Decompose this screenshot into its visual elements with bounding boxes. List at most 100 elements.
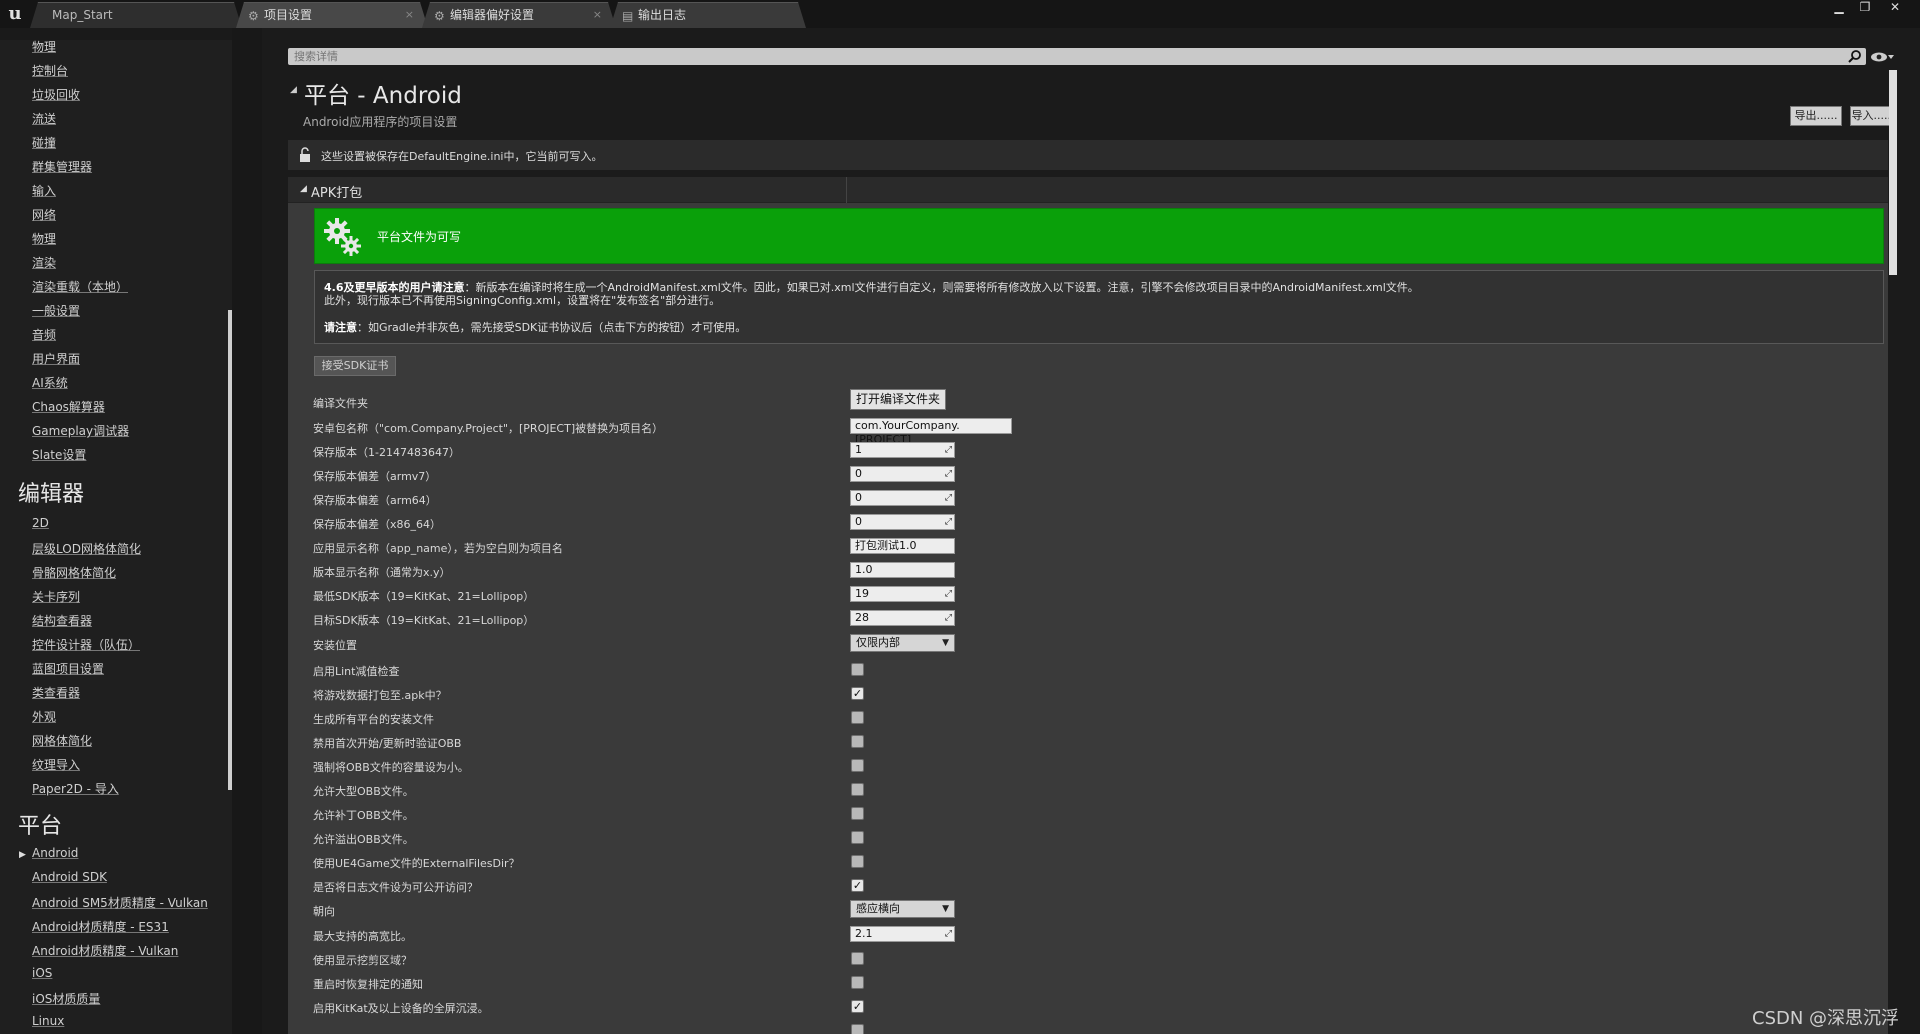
section-header-apk-packaging[interactable]: ◢ APK打包 (288, 177, 1888, 203)
tab-label: Map_Start (52, 8, 113, 22)
search-icon[interactable] (1848, 49, 1862, 63)
checkbox-checked[interactable]: ✓ (851, 687, 864, 700)
sidebar-item[interactable]: 一般设置 (32, 302, 80, 319)
dropdown-select[interactable]: 仅限内部 ▼ (850, 634, 955, 652)
text-field[interactable]: 打包测试1.0 (850, 538, 955, 554)
checkbox-unchecked[interactable] (851, 952, 864, 965)
banner-text: 平台文件为可写 (377, 230, 462, 244)
numeric-value: 0 (855, 515, 862, 528)
sidebar-item[interactable]: 控件设计器（队伍） (32, 636, 140, 653)
tab-project-settings[interactable]: ⚙ 项目设置 × (236, 2, 428, 28)
sidebar-item[interactable]: iOS材质质量 (32, 990, 100, 1007)
checkbox-unchecked[interactable] (851, 855, 864, 868)
spin-drag-icon[interactable]: ⤢ (945, 491, 952, 505)
numeric-field[interactable]: 2.1 ⤢ (850, 926, 955, 942)
sidebar-item[interactable]: 输入 (32, 182, 56, 199)
column-divider (846, 177, 847, 203)
checkbox-unchecked[interactable] (851, 759, 864, 772)
setting-label: 启用Lint减值检查 (313, 665, 400, 678)
sidebar-item[interactable]: 控制台 (32, 62, 68, 79)
sidebar-item[interactable]: 纹理导入 (32, 756, 80, 773)
close-window-icon[interactable]: ✕ (1882, 0, 1908, 14)
sidebar-item[interactable]: 渲染 (32, 254, 56, 271)
spin-drag-icon[interactable]: ⤢ (945, 927, 952, 941)
sidebar-item[interactable]: 2D (32, 516, 49, 530)
spin-drag-icon[interactable]: ⤢ (945, 515, 952, 529)
setting-label: 保存版本偏差（armv7） (313, 470, 437, 483)
sidebar-item[interactable]: 骨骼网格体简化 (32, 564, 116, 581)
numeric-field[interactable]: 0 ⤢ (850, 514, 955, 530)
tab-editor-preferences[interactable]: ⚙ 编辑器偏好设置 × (422, 2, 616, 28)
sidebar-item[interactable]: Paper2D - 导入 (32, 780, 119, 797)
numeric-field[interactable]: 1 ⤢ (850, 442, 955, 458)
sidebar-item[interactable]: Android SM5材质精度 - Vulkan (32, 894, 208, 911)
sidebar-item[interactable]: 蓝图项目设置 (32, 660, 104, 677)
sidebar-item[interactable]: Gameplay调试器 (32, 422, 129, 439)
dropdown-select[interactable]: 感应横向 ▼ (850, 900, 955, 918)
sidebar-item[interactable]: 渲染重载（本地） (32, 278, 128, 295)
numeric-field[interactable]: 0 ⤢ (850, 466, 955, 482)
checkbox-checked[interactable]: ✓ (851, 1000, 864, 1013)
sidebar-item[interactable]: 物理 (32, 40, 56, 55)
sidebar-item[interactable]: Linux (32, 1014, 64, 1028)
sidebar-item[interactable]: 音频 (32, 326, 56, 343)
eye-icon[interactable] (1870, 50, 1894, 64)
checkbox-checked[interactable]: ✓ (851, 879, 864, 892)
sidebar-item[interactable]: 关卡序列 (32, 588, 80, 605)
checkbox-unchecked[interactable] (851, 976, 864, 989)
tab-output-log[interactable]: ▤ 输出日志 (610, 2, 806, 28)
numeric-field[interactable]: 28 ⤢ (850, 610, 955, 626)
text-field[interactable]: 1.0 (850, 562, 955, 578)
numeric-field[interactable]: 19 ⤢ (850, 586, 955, 602)
sidebar-item[interactable]: 用户界面 (32, 350, 80, 367)
checkbox-unchecked[interactable] (851, 711, 864, 724)
checkbox-unchecked[interactable] (851, 807, 864, 820)
spin-drag-icon[interactable]: ⤢ (945, 587, 952, 601)
sidebar-item[interactable]: 网格体简化 (32, 732, 92, 749)
sidebar-item[interactable]: 类查看器 (32, 684, 80, 701)
sidebar-item[interactable]: 网络 (32, 206, 56, 223)
sidebar-item[interactable]: iOS (32, 966, 52, 980)
spin-drag-icon[interactable]: ⤢ (945, 443, 952, 457)
restore-icon[interactable]: ❐ (1852, 0, 1878, 14)
sidebar-item[interactable]: 碰撞 (32, 134, 56, 151)
numeric-field[interactable]: 0 ⤢ (850, 490, 955, 506)
sidebar-item[interactable]: 结构查看器 (32, 612, 92, 629)
sidebar-item-android[interactable]: Android (32, 846, 78, 860)
export-button[interactable]: 导出...... (1790, 106, 1842, 126)
close-icon[interactable]: × (405, 3, 414, 27)
sidebar-item[interactable]: 流送 (32, 110, 56, 127)
accept-sdk-license-button[interactable]: 接受SDK证书 (314, 356, 396, 376)
sidebar-item[interactable]: 物理 (32, 230, 56, 247)
sidebar-item[interactable]: 群集管理器 (32, 158, 92, 175)
setting-label: 版本显示名称（通常为x.y） (313, 566, 451, 579)
tab-map-start[interactable]: Map_Start (30, 2, 242, 28)
unreal-logo-icon[interactable]: u (4, 3, 26, 25)
checkbox-unchecked[interactable] (851, 663, 864, 676)
close-icon[interactable]: × (593, 3, 602, 27)
sidebar-item[interactable]: Android材质精度 - ES31 (32, 918, 169, 935)
sidebar-item[interactable]: Chaos解算器 (32, 398, 105, 415)
text-field[interactable]: com.YourCompany.[PROJECT] (850, 418, 1012, 446)
sidebar-item[interactable]: 垃圾回收 (32, 86, 80, 103)
search-input[interactable] (294, 48, 1834, 65)
collapse-arrow-icon[interactable]: ◢ (300, 184, 307, 194)
sidebar-item[interactable]: Slate设置 (32, 446, 86, 463)
checkbox-unchecked[interactable] (851, 831, 864, 844)
sidebar-item[interactable]: Android SDK (32, 870, 107, 884)
checkbox-unchecked[interactable] (851, 783, 864, 796)
spin-drag-icon[interactable]: ⤢ (945, 611, 952, 625)
checkbox-unchecked[interactable] (851, 735, 864, 748)
sidebar-item[interactable]: 外观 (32, 708, 56, 725)
sidebar-item[interactable]: AI系统 (32, 374, 68, 391)
spin-drag-icon[interactable]: ⤢ (945, 467, 952, 481)
sidebar-item[interactable]: 层级LOD网格体简化 (32, 540, 141, 557)
collapse-arrow-icon[interactable]: ◢ (290, 85, 297, 95)
sidebar-item[interactable]: Android材质精度 - Vulkan (32, 942, 178, 959)
page-title: 平台 - Android (304, 83, 462, 109)
search-box[interactable] (288, 48, 1866, 65)
details-scrollbar[interactable] (1889, 70, 1897, 275)
open-build-folder-button[interactable]: 打开编译文件夹 (850, 389, 946, 410)
minimize-icon[interactable]: ▁ (1826, 0, 1852, 14)
checkbox-unchecked[interactable] (851, 1024, 864, 1034)
